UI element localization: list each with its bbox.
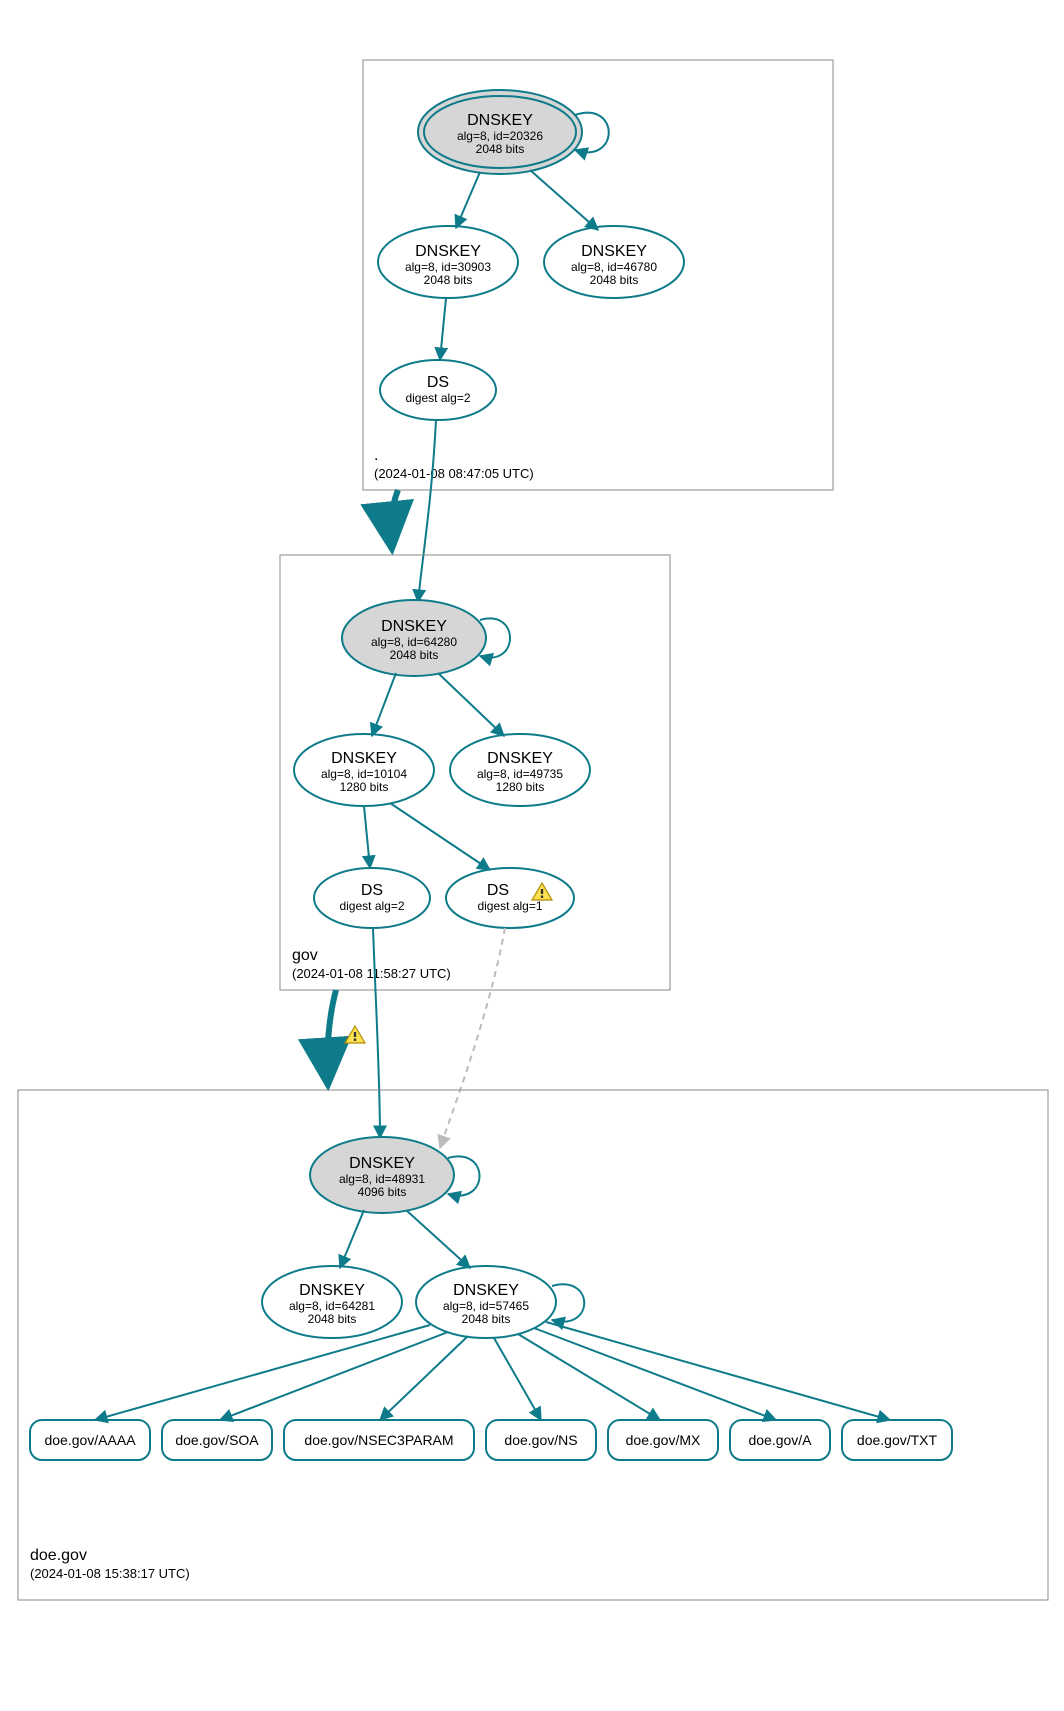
svg-text:digest alg=2: digest alg=2 [405,391,470,405]
edge-govds2-to-doeksk [440,928,505,1148]
zone-doe-timestamp: (2024-01-08 15:38:17 UTC) [30,1566,190,1581]
node-gov-ds1[interactable]: DS digest alg=2 [314,868,430,928]
svg-text:alg=8, id=64281: alg=8, id=64281 [289,1299,375,1313]
node-doe-ksk[interactable]: DNSKEY alg=8, id=48931 4096 bits [310,1137,454,1213]
node-gov-ksk[interactable]: DNSKEY alg=8, id=64280 2048 bits [342,600,486,676]
node-gov-ds2[interactable]: DS digest alg=1 [446,868,574,928]
edge-rootds-to-govksk [418,420,436,602]
svg-text:alg=8, id=10104: alg=8, id=10104 [321,767,407,781]
zone-gov-timestamp: (2024-01-08 11:58:27 UTC) [292,966,451,981]
svg-text:DNSKEY: DNSKEY [381,618,447,635]
svg-text:2048 bits: 2048 bits [390,648,439,662]
rrset-a[interactable]: doe.gov/A [730,1420,830,1460]
edge-rootksk-zsk2 [530,170,598,230]
svg-text:DNSKEY: DNSKEY [467,112,533,129]
zone-root: . (2024-01-08 08:47:05 UTC) DNSKEY alg=8… [363,60,833,490]
edge-zsk2-aaaa [95,1325,430,1420]
svg-text:DNSKEY: DNSKEY [487,750,553,767]
svg-text:doe.gov/AAAA: doe.gov/AAAA [44,1432,136,1448]
rrset-ns[interactable]: doe.gov/NS [486,1420,596,1460]
edge-zsk2-txt [546,1322,890,1420]
svg-text:doe.gov/SOA: doe.gov/SOA [175,1432,259,1448]
svg-text:doe.gov/A: doe.gov/A [748,1432,812,1448]
svg-text:alg=8, id=49735: alg=8, id=49735 [477,767,563,781]
zone-gov: gov (2024-01-08 11:58:27 UTC) DNSKEY alg… [280,555,670,990]
svg-text:alg=8, id=64280: alg=8, id=64280 [371,635,457,649]
zone-gov-name: gov [292,947,318,964]
node-gov-zsk2[interactable]: DNSKEY alg=8, id=49735 1280 bits [450,734,590,806]
edge-govksk-zsk2 [438,673,504,736]
svg-text:DNSKEY: DNSKEY [581,243,647,260]
svg-text:doe.gov/MX: doe.gov/MX [626,1432,701,1448]
svg-text:2048 bits: 2048 bits [424,273,473,287]
svg-text:digest alg=1: digest alg=1 [477,899,542,913]
svg-text:DS: DS [487,882,509,899]
svg-text:2048 bits: 2048 bits [308,1312,357,1326]
zone-root-name: . [374,447,378,464]
edge-rootzsk1-ds [440,298,446,360]
node-doe-zsk2[interactable]: DNSKEY alg=8, id=57465 2048 bits [416,1266,556,1338]
warning-icon [345,1026,365,1043]
svg-text:doe.gov/TXT: doe.gov/TXT [857,1432,938,1448]
edge-zsk2-mx [518,1334,660,1420]
svg-text:2048 bits: 2048 bits [462,1312,511,1326]
svg-text:doe.gov/NSEC3PARAM: doe.gov/NSEC3PARAM [304,1432,453,1448]
edge-govds1-to-doeksk [373,928,380,1138]
edge-doeksk-zsk2 [406,1210,470,1268]
edge-govzsk1-ds2 [390,803,490,870]
svg-text:DS: DS [361,882,383,899]
edge-gov-to-doe-delegation [327,990,336,1086]
svg-text:DNSKEY: DNSKEY [453,1282,519,1299]
rrset-nsec3param[interactable]: doe.gov/NSEC3PARAM [284,1420,474,1460]
edge-rootksk-zsk1 [456,172,480,228]
edge-doeksk-zsk1 [340,1210,364,1268]
svg-text:alg=8, id=20326: alg=8, id=20326 [457,129,543,143]
svg-text:1280 bits: 1280 bits [496,780,545,794]
svg-text:doe.gov/NS: doe.gov/NS [504,1432,577,1448]
svg-text:alg=8, id=46780: alg=8, id=46780 [571,260,657,274]
rrset-txt[interactable]: doe.gov/TXT [842,1420,952,1460]
edge-govksk-zsk1 [372,673,396,736]
rrset-mx[interactable]: doe.gov/MX [608,1420,718,1460]
svg-text:alg=8, id=30903: alg=8, id=30903 [405,260,491,274]
node-root-ds[interactable]: DS digest alg=2 [380,360,496,420]
zone-doe: doe.gov (2024-01-08 15:38:17 UTC) DNSKEY… [18,1090,1048,1600]
svg-text:1280 bits: 1280 bits [340,780,389,794]
edge-zsk2-soa [220,1332,448,1420]
svg-text:DNSKEY: DNSKEY [349,1155,415,1172]
svg-text:alg=8, id=57465: alg=8, id=57465 [443,1299,529,1313]
edge-govzsk1-ds1 [364,806,370,868]
svg-text:digest alg=2: digest alg=2 [339,899,404,913]
node-root-ksk[interactable]: DNSKEY alg=8, id=20326 2048 bits [418,90,582,174]
edge-zsk2-nsec3param [380,1336,468,1420]
edge-root-to-gov-delegation [391,490,398,550]
node-root-zsk1[interactable]: DNSKEY alg=8, id=30903 2048 bits [378,226,518,298]
svg-text:2048 bits: 2048 bits [590,273,639,287]
zone-doe-name: doe.gov [30,1547,87,1564]
rrset-soa[interactable]: doe.gov/SOA [162,1420,272,1460]
node-root-zsk2[interactable]: DNSKEY alg=8, id=46780 2048 bits [544,226,684,298]
svg-text:DNSKEY: DNSKEY [299,1282,365,1299]
zone-root-timestamp: (2024-01-08 08:47:05 UTC) [374,466,534,481]
svg-text:DNSKEY: DNSKEY [331,750,397,767]
svg-text:alg=8, id=48931: alg=8, id=48931 [339,1172,425,1186]
edge-zsk2-ns [494,1338,541,1420]
node-doe-zsk1[interactable]: DNSKEY alg=8, id=64281 2048 bits [262,1266,402,1338]
svg-text:4096 bits: 4096 bits [358,1185,407,1199]
svg-text:2048 bits: 2048 bits [476,142,525,156]
rrset-aaaa[interactable]: doe.gov/AAAA [30,1420,150,1460]
edge-zsk2-a [534,1328,776,1420]
svg-text:DNSKEY: DNSKEY [415,243,481,260]
node-gov-zsk1[interactable]: DNSKEY alg=8, id=10104 1280 bits [294,734,434,806]
svg-text:DS: DS [427,374,449,391]
